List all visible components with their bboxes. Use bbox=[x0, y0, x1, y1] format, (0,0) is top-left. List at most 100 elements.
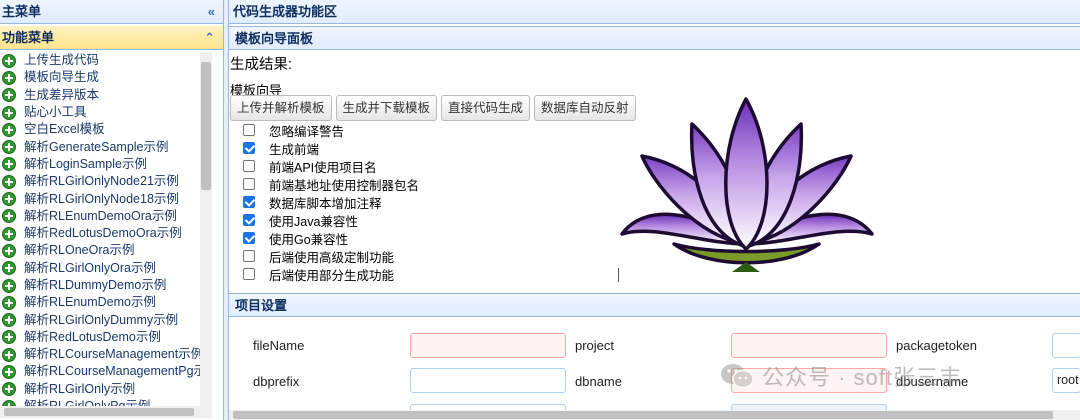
main-horizontal-scrollbar-thumb[interactable] bbox=[233, 411, 1053, 419]
option-checkbox[interactable] bbox=[243, 142, 255, 154]
plus-circle-icon bbox=[2, 295, 16, 310]
sidebar: 主菜单 « 功能菜单 ⌃ 上传生成代码 模板向导生成生成差异版本 贴心小工具 空白Ex… bbox=[0, 0, 224, 420]
wizard-option: 数据库脚本增加注释 bbox=[243, 193, 419, 211]
sidebar-scrollbar-thumb[interactable] bbox=[201, 62, 211, 190]
menu-item[interactable]: 解析RLCourseManagement示例 bbox=[0, 346, 212, 363]
plus-circle-icon bbox=[2, 157, 16, 172]
sidebar-horizontal-scrollbar-thumb[interactable] bbox=[4, 408, 194, 416]
plus-circle-icon bbox=[2, 105, 16, 120]
plus-circle-icon bbox=[2, 88, 16, 103]
direct-code-generate-button[interactable]: 直接代码生成 bbox=[441, 95, 531, 121]
option-checkbox[interactable] bbox=[243, 268, 255, 280]
option-checkbox[interactable] bbox=[243, 160, 255, 172]
main-area-title: 代码生成器功能区 bbox=[229, 0, 1080, 24]
menu-item[interactable]: 空白Excel模板 bbox=[0, 121, 212, 138]
option-checkbox[interactable] bbox=[243, 214, 255, 226]
plus-circle-icon bbox=[2, 192, 16, 207]
result-label: 生成结果: bbox=[230, 57, 293, 73]
menu-item[interactable]: 上传生成代码 bbox=[0, 52, 212, 69]
menu-item[interactable]: 解析RLGirlOnlyNode18示例 bbox=[0, 190, 212, 207]
wizard-option: 前端基地址使用控制器包名 bbox=[243, 175, 419, 193]
function-menu-title: 功能菜单 bbox=[2, 30, 55, 45]
main-menu-header: 主菜单 « bbox=[0, 0, 223, 24]
collapse-up-icon[interactable]: ⌃ bbox=[204, 26, 215, 50]
main-menu-title: 主菜单 bbox=[2, 4, 42, 19]
menu-item[interactable]: 解析RLGirlOnlyNode21示例 bbox=[0, 173, 212, 190]
wizard-option: 生成前端 bbox=[243, 139, 419, 157]
function-menu-list: 上传生成代码 模板向导生成生成差异版本 贴心小工具 空白Excel模板解析Genera… bbox=[0, 52, 212, 412]
menu-item-label: 解析GenerateSample示例 bbox=[24, 139, 169, 154]
menu-item[interactable]: 解析RLDummyDemo示例 bbox=[0, 277, 212, 294]
filename-input[interactable] bbox=[410, 333, 566, 358]
wizard-options: 忽略编译警告 生成前端 前端API使用项目名 前端基地址使用控制器包名 数据库脚本增加注… bbox=[243, 121, 419, 283]
menu-item[interactable]: 解析RLEnumDemo示例 bbox=[0, 294, 212, 311]
menu-item[interactable]: 解析GenerateSample示例 bbox=[0, 138, 212, 155]
menu-item[interactable]: 解析RLGirlOnlyOra示例 bbox=[0, 260, 212, 277]
wizard-option: 后端使用高级定制功能 bbox=[243, 247, 419, 265]
plus-circle-icon bbox=[2, 347, 16, 362]
project-settings-title: 项目设置 bbox=[229, 293, 1080, 317]
menu-item[interactable]: 生成差异版本 bbox=[0, 87, 212, 104]
option-checkbox[interactable] bbox=[243, 196, 255, 208]
dbprefix-input[interactable] bbox=[410, 368, 566, 393]
packagetoken-input[interactable] bbox=[1052, 333, 1080, 358]
wizard-option: 使用Java兼容性 bbox=[243, 211, 419, 229]
menu-item[interactable]: 解析RedLotusDemoOra示例 bbox=[0, 225, 212, 242]
plus-circle-icon bbox=[2, 53, 16, 68]
menu-item-label: 解析RLCourseManagementPg示 bbox=[24, 364, 207, 379]
option-label: 前端基地址使用控制器包名 bbox=[269, 178, 420, 193]
plus-circle-icon bbox=[2, 364, 16, 379]
option-label: 后端使用高级定制功能 bbox=[269, 250, 395, 265]
plus-circle-icon bbox=[2, 261, 16, 276]
watermark: 公众号 · soft张三丰 bbox=[720, 360, 962, 392]
dbusername-input[interactable]: root bbox=[1052, 368, 1080, 393]
option-label: 生成前端 bbox=[269, 142, 320, 157]
menu-item[interactable]: 解析RLGirlOnly示例 bbox=[0, 381, 212, 398]
option-checkbox[interactable] bbox=[243, 232, 255, 244]
plus-circle-icon bbox=[2, 209, 16, 224]
menu-item[interactable]: 模板向导生成 bbox=[0, 69, 212, 86]
menu-item-label: 解析RLGirlOnlyNode18示例 bbox=[24, 191, 179, 206]
packagetoken-label: packagetoken bbox=[896, 338, 977, 353]
menu-item-label: 上传生成代码 bbox=[24, 53, 100, 68]
menu-item-label: 解析RLGirlOnlyNode21示例 bbox=[24, 174, 179, 189]
option-checkbox[interactable] bbox=[243, 178, 255, 190]
menu-item-label: 解析RedLotusDemoOra示例 bbox=[24, 226, 182, 241]
main-area: 代码生成器功能区 模板向导面板 生成结果: 模板向导 上传并解析模板 生成并下载… bbox=[228, 0, 1080, 420]
menu-item-label: 解析RLCourseManagement示例 bbox=[24, 347, 204, 362]
upload-parse-template-button[interactable]: 上传并解析模板 bbox=[230, 95, 332, 121]
menu-item[interactable]: 解析RLOneOra示例 bbox=[0, 242, 212, 259]
menu-item-label: 解析RLEnumDemo示例 bbox=[24, 295, 156, 310]
option-checkbox[interactable] bbox=[243, 250, 255, 262]
lotus-logo-image bbox=[620, 97, 874, 272]
generate-download-template-button[interactable]: 生成并下载模板 bbox=[335, 95, 438, 121]
option-label: 使用Java兼容性 bbox=[269, 214, 358, 229]
wizard-panel-title: 模板向导面板 bbox=[229, 26, 1080, 50]
option-label: 前端API使用项目名 bbox=[269, 160, 377, 175]
menu-item-label: 解析RLGirlOnly示例 bbox=[24, 381, 136, 396]
option-label: 数据库脚本增加注释 bbox=[269, 196, 382, 211]
dbname-label: dbname bbox=[575, 374, 622, 389]
plus-circle-icon bbox=[2, 313, 16, 328]
option-checkbox[interactable] bbox=[243, 124, 255, 136]
collapse-double-left-icon[interactable]: « bbox=[208, 0, 215, 24]
plus-circle-icon bbox=[2, 278, 16, 293]
project-label: project bbox=[575, 338, 615, 353]
menu-item[interactable]: 贴心小工具 bbox=[0, 104, 212, 121]
option-label: 使用Go兼容性 bbox=[269, 232, 349, 247]
wizard-option: 使用Go兼容性 bbox=[243, 229, 419, 247]
menu-item-label: 解析RLDummyDemo示例 bbox=[24, 278, 167, 292]
menu-item-label: 空白Excel模板 bbox=[24, 122, 105, 137]
plus-circle-icon bbox=[2, 70, 16, 85]
wizard-option: 后端使用部分生成功能 bbox=[243, 265, 419, 283]
project-input[interactable] bbox=[731, 333, 887, 358]
menu-item[interactable]: 解析RLCourseManagementPg示 bbox=[0, 363, 212, 380]
menu-item[interactable]: 解析LoginSample示例 bbox=[0, 156, 212, 173]
menu-item-label: 模板向导生成 bbox=[24, 70, 100, 85]
plus-circle-icon bbox=[2, 330, 16, 345]
menu-item[interactable]: 解析RLEnumDemoOra示例 bbox=[0, 208, 212, 225]
menu-item[interactable]: 解析RLGirlOnlyDummy示例 bbox=[0, 311, 212, 328]
function-menu-header[interactable]: 功能菜单 ⌃ bbox=[0, 26, 223, 50]
menu-item[interactable]: 解析RedLotusDemo示例 bbox=[0, 329, 212, 346]
wizard-button-row: 上传并解析模板 生成并下载模板 直接代码生成 数据库自动反射 bbox=[230, 95, 636, 121]
